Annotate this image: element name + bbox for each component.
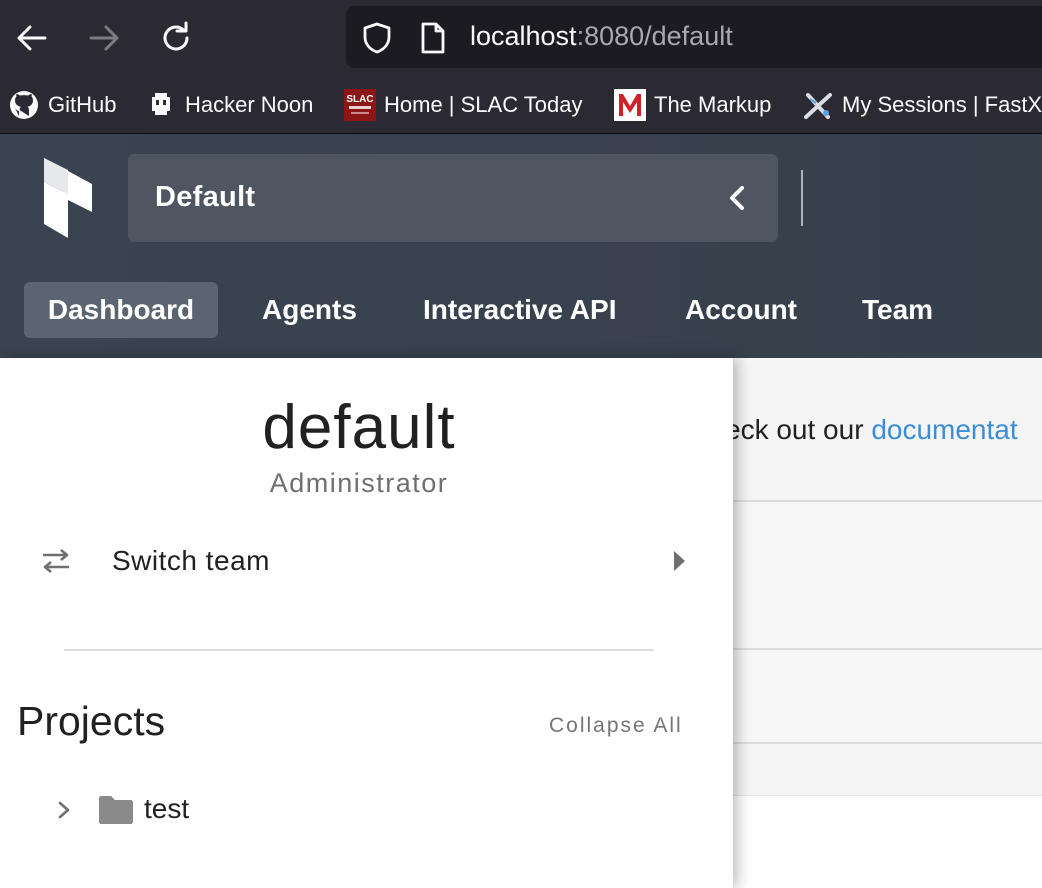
swap-horizontal-icon	[43, 549, 69, 573]
chevron-right-icon[interactable]	[56, 799, 72, 821]
docs-text: eck out our documentat	[733, 414, 1018, 446]
docs-prefix: eck out our	[733, 414, 872, 445]
browser-toolbar: localhost:8080/default	[0, 0, 1042, 76]
arrow-right-icon	[89, 25, 119, 51]
bookmark-fastx[interactable]: My Sessions | FastX	[802, 89, 1042, 121]
switch-team-label: Switch team	[112, 545, 270, 576]
app-header: Default Dashboard Agents Interactive API…	[0, 134, 1042, 358]
dashboard-card	[733, 650, 1042, 744]
arrow-left-icon	[17, 25, 47, 51]
forward-button[interactable]	[84, 18, 124, 58]
tab-account[interactable]: Account	[657, 282, 825, 338]
the-markup-icon	[614, 89, 646, 121]
bookmark-slac-today[interactable]: SLAC Home | SLAC Today	[344, 89, 583, 121]
tab-label: Account	[685, 294, 797, 325]
team-selector[interactable]: Default	[128, 154, 778, 242]
bookmark-label: Home | SLAC Today	[384, 92, 583, 117]
url-host: localhost	[470, 21, 577, 51]
user-role: Administrator	[269, 468, 449, 498]
page-icon[interactable]	[416, 21, 450, 55]
back-button[interactable]	[12, 18, 52, 58]
tab-team[interactable]: Team	[834, 282, 961, 338]
bookmark-hacker-noon[interactable]: Hacker Noon	[145, 89, 313, 121]
dashboard-card	[733, 504, 1042, 650]
tab-interactive-api[interactable]: Interactive API	[395, 282, 644, 338]
url-path: :8080/default	[576, 21, 733, 51]
caret-right-icon	[674, 551, 685, 571]
reload-button[interactable]	[156, 18, 196, 58]
tab-label: Dashboard	[47, 294, 195, 325]
fastx-icon	[802, 89, 834, 121]
github-icon	[8, 89, 40, 121]
projects-title: Projects	[17, 698, 166, 744]
bookmarks-bar: GitHub Hacker Noon SLAC Home | SLAC Toda…	[0, 76, 1042, 134]
team-selector-label: Default	[155, 181, 256, 213]
header-divider	[801, 170, 803, 226]
folder-icon	[99, 796, 133, 824]
app-logo-icon[interactable]	[40, 158, 98, 238]
url-bar[interactable]: localhost:8080/default	[346, 6, 1042, 68]
slac-today-icon: SLAC	[344, 89, 376, 121]
tab-label: Interactive API	[423, 294, 617, 325]
drawer-divider	[64, 649, 654, 651]
bookmark-label: Hacker Noon	[185, 92, 314, 117]
tab-label: Team	[862, 294, 934, 325]
bookmark-label: GitHub	[48, 92, 117, 117]
reload-icon	[163, 21, 189, 51]
project-item[interactable]: test	[0, 783, 718, 837]
bookmark-the-markup[interactable]: The Markup	[614, 89, 771, 121]
slac-favicon-text: SLAC	[346, 94, 373, 105]
bookmark-label: My Sessions | FastX	[842, 92, 1042, 117]
chevron-left-icon[interactable]	[724, 182, 750, 214]
docs-banner: eck out our documentat	[733, 358, 1042, 502]
collapse-all-button[interactable]: Collapse All	[549, 714, 683, 738]
bookmark-label: The Markup	[654, 92, 772, 117]
shield-icon[interactable]	[360, 21, 394, 55]
user-name: default	[262, 393, 456, 462]
url-text[interactable]: localhost:8080/default	[470, 21, 733, 52]
tab-dashboard[interactable]: Dashboard	[24, 282, 218, 338]
tab-agents[interactable]: Agents	[234, 282, 385, 338]
hacker-noon-icon	[145, 89, 177, 121]
dashboard-panel	[733, 795, 1042, 888]
bookmark-github[interactable]: GitHub	[8, 89, 116, 121]
project-name: test	[144, 793, 190, 824]
switch-team-item[interactable]: Switch team	[0, 526, 718, 596]
dashboard-content: eck out our documentat	[733, 358, 1042, 888]
tab-label: Agents	[262, 294, 357, 325]
docs-link[interactable]: documentat	[871, 414, 1017, 445]
side-drawer: default Administrator Switch team Projec…	[0, 358, 733, 888]
